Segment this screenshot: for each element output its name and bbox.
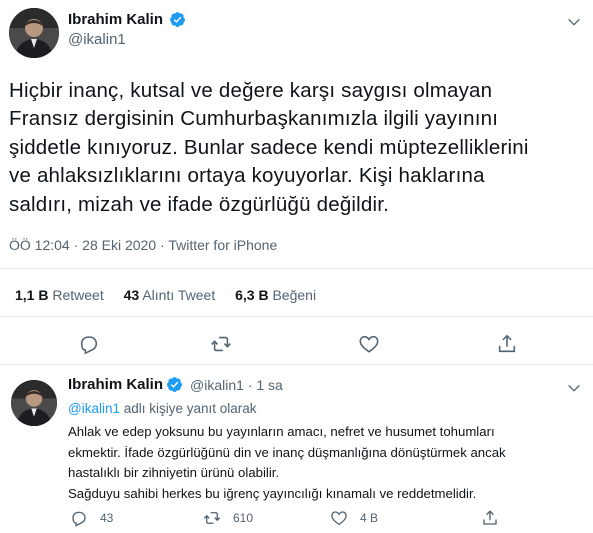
reply-icon [72,511,86,527]
reply-count: 43 [100,511,114,525]
tweet-text-line: Fransız dergisinin Cumhurbaşkanımızla il… [9,107,499,131]
like-button[interactable]: 4 B [330,509,378,527]
share-icon[interactable] [496,333,518,355]
tweet-meta: ÖÖ 12:04 · 28 Eki 2020 · Twitter for iPh… [9,237,277,253]
retweet-label: Retweet [52,287,104,303]
share-button[interactable] [481,509,511,527]
quote-stat[interactable]: 43 Alıntı Tweet [124,287,216,303]
verified-icon [170,12,185,27]
replying-to: @ikalin1 adlı kişiye yanıt olarak [68,401,257,416]
chevron-down-icon[interactable] [566,380,582,396]
reply-handle-line: @ikalin1 · 1 sa [190,377,283,393]
tweet-text-line: ve ahlaksızlıklarını ortaya koyuyorlar. … [9,164,485,188]
quote-label: Alıntı Tweet [142,287,216,303]
separator-dot: · [73,237,83,253]
tweet-text-line: şiddetle kınıyoruz. Bunlar sadece kendi … [9,135,529,159]
replying-text: adlı kişiye yanıt olarak [123,401,257,416]
retweet-count: 610 [233,511,254,525]
avatar[interactable] [11,380,57,426]
retweet-icon [203,512,221,524]
tweet-text: Hiçbir inanç, kutsal ve değere karşı say… [9,77,587,219]
tweet-stats: 1,1 B Retweet 43 Alıntı Tweet 6,3 B Beğe… [15,287,332,303]
like-stat[interactable]: 6,3 B Beğeni [235,287,316,303]
reply-text: Ahlak ve edep yoksunu bu yayınların amac… [68,422,583,504]
like-count: 6,3 B [235,287,269,303]
reply-icon[interactable] [78,333,100,355]
retweet-stat[interactable]: 1,1 B Retweet [15,287,104,303]
author-name[interactable]: Ibrahim Kalin [68,11,163,28]
like-icon[interactable] [358,333,380,355]
reply-text-line: Ahlak ve edep yoksunu bu yayınların amac… [68,424,495,439]
retweet-button[interactable]: 610 [203,509,253,527]
reply-button[interactable]: 43 [70,509,113,527]
author-handle[interactable]: @ikalin1 [68,31,126,48]
reply-text-line: hastalıklı bir zihniyetin ürünü olabilir… [68,465,280,480]
tweet-age[interactable]: 1 sa [256,377,282,393]
tweet-date[interactable]: 28 Eki 2020 [82,237,156,253]
like-icon [331,511,347,526]
reply-text-line: ekmektir. İfade özgürlüğünü din ve inanç… [68,444,506,460]
avatar[interactable] [9,8,59,58]
divider [0,268,593,269]
replying-mention[interactable]: @ikalin1 [68,401,120,416]
reply-text-line: Sağduyu sahibi herkes bu iğrenç yayıncıl… [68,485,477,501]
tweet-time[interactable]: ÖÖ 12:04 [9,237,70,253]
tweet-source[interactable]: Twitter for iPhone [168,237,277,253]
quote-count: 43 [123,287,140,303]
chevron-down-icon[interactable] [566,14,582,30]
like-count: 4 B [360,511,379,525]
retweet-count: 1,1 B [15,287,49,303]
retweet-icon[interactable] [210,333,232,355]
verified-icon [167,377,182,392]
divider [0,316,593,317]
share-icon [483,510,497,525]
author-name[interactable]: Ibrahim Kalin [68,376,163,393]
like-label: Beğeni [272,287,317,303]
author-handle[interactable]: @ikalin1 [190,377,244,393]
tweet-text-line: Hiçbir inanç, kutsal ve değere karşı say… [9,79,493,102]
tweet-text-line: saldırı, mizah ve ifade özgürlüğü değild… [9,192,390,216]
